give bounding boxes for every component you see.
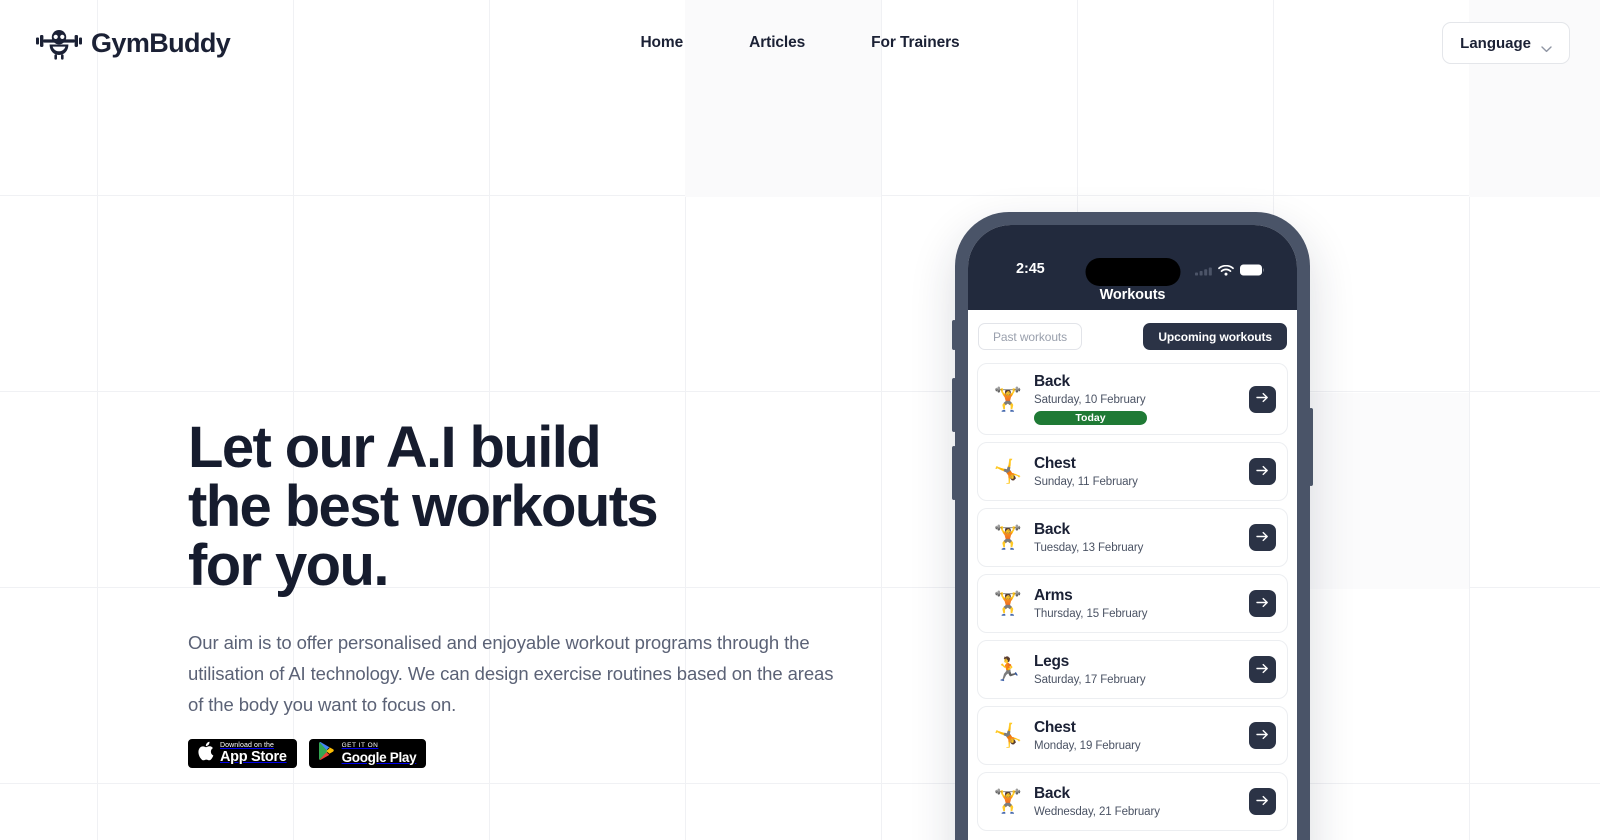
workout-type-icon: 🤸 bbox=[993, 458, 1023, 484]
app-screen-title: Workouts bbox=[1099, 287, 1166, 303]
workout-date: Sunday, 11 February bbox=[1034, 475, 1138, 488]
workout-title: Back bbox=[1034, 520, 1070, 538]
status-bar-icons bbox=[1195, 263, 1265, 281]
cellular-signal-icon bbox=[1195, 263, 1212, 281]
nav-item-home[interactable]: Home bbox=[640, 34, 683, 52]
status-bar-time: 2:45 bbox=[1016, 261, 1045, 277]
google-play-icon bbox=[318, 741, 336, 766]
google-play-badge-pretext: GET IT ON bbox=[341, 742, 379, 749]
arrow-right-icon bbox=[1256, 727, 1269, 745]
arrow-right-icon bbox=[1256, 529, 1269, 547]
phone-status-bar: 2:45 Workouts bbox=[968, 225, 1297, 310]
arrow-right-icon bbox=[1256, 390, 1269, 408]
arrow-right-icon bbox=[1256, 463, 1269, 481]
workout-date: Monday, 19 February bbox=[1034, 739, 1141, 752]
workout-date: Thursday, 15 February bbox=[1034, 607, 1148, 620]
workout-card[interactable]: 🤸 Chest Monday, 19 February bbox=[977, 706, 1288, 765]
workout-open-button[interactable] bbox=[1249, 788, 1276, 815]
google-play-badge-label: Google Play bbox=[341, 749, 417, 765]
workout-type-icon: 🏋️ bbox=[993, 524, 1023, 550]
workout-type-icon: 🏃 bbox=[993, 656, 1023, 682]
store-badges: Download on the App Store GET IT ON Goog… bbox=[188, 739, 888, 768]
workout-open-button[interactable] bbox=[1249, 722, 1276, 749]
nav-item-for-trainers[interactable]: For Trainers bbox=[871, 34, 959, 52]
language-switcher-button[interactable]: Language bbox=[1442, 22, 1570, 64]
hero-subtitle: Our aim is to offer personalised and enj… bbox=[188, 632, 834, 715]
workout-type-icon: 🏋️ bbox=[993, 385, 1023, 412]
google-play-badge[interactable]: GET IT ON Google Play bbox=[308, 739, 427, 768]
filter-tab-past-workouts[interactable]: Past workouts bbox=[978, 323, 1083, 350]
workout-list: 🏋️ Back Saturday, 10 February Today 🤸 Ch… bbox=[977, 363, 1288, 831]
workout-open-button[interactable] bbox=[1249, 590, 1276, 617]
workout-open-button[interactable] bbox=[1249, 656, 1276, 683]
workout-card[interactable]: 🏋️ Arms Thursday, 15 February bbox=[977, 574, 1288, 633]
arrow-right-icon bbox=[1256, 595, 1269, 613]
apple-icon bbox=[197, 741, 214, 766]
wifi-icon bbox=[1218, 263, 1234, 281]
phone-power-button[interactable] bbox=[1309, 408, 1313, 486]
workout-card[interactable]: 🏋️ Back Wednesday, 21 February bbox=[977, 772, 1288, 831]
workout-open-button[interactable] bbox=[1249, 458, 1276, 485]
battery-icon bbox=[1240, 263, 1265, 281]
workout-title: Arms bbox=[1034, 586, 1073, 604]
hero-headline: Let our A.I build the best workouts for … bbox=[188, 415, 659, 598]
workout-date: Tuesday, 13 February bbox=[1034, 541, 1144, 554]
nav-item-articles[interactable]: Articles bbox=[749, 34, 805, 52]
hero-section: Let our A.I build the best workouts for … bbox=[188, 418, 888, 768]
app-store-badge-label: App Store bbox=[220, 749, 287, 766]
phone-screen: 2:45 Workouts Past workouts Upcoming wor… bbox=[968, 225, 1297, 840]
workout-title: Legs bbox=[1034, 652, 1069, 670]
workout-card[interactable]: 🏃 Legs Saturday, 17 February bbox=[977, 640, 1288, 699]
arrow-right-icon bbox=[1256, 793, 1269, 811]
app-store-badge[interactable]: Download on the App Store bbox=[188, 739, 297, 768]
app-store-badge-pretext: Download on the bbox=[220, 742, 275, 750]
workout-type-icon: 🤸 bbox=[993, 722, 1023, 748]
arrow-right-icon bbox=[1256, 661, 1269, 679]
workout-title: Chest bbox=[1034, 454, 1076, 472]
phone-mockup: 2:45 Workouts Past workouts Upcoming wor… bbox=[952, 212, 1313, 840]
workout-open-button[interactable] bbox=[1249, 524, 1276, 551]
workout-card[interactable]: 🏋️ Back Saturday, 10 February Today bbox=[977, 363, 1288, 435]
workout-date: Wednesday, 21 February bbox=[1034, 805, 1160, 818]
workout-date: Saturday, 10 February bbox=[1034, 394, 1146, 406]
workout-card[interactable]: 🤸 Chest Sunday, 11 February bbox=[977, 442, 1288, 501]
phone-volume-up-button[interactable] bbox=[952, 378, 956, 432]
workout-filter-tabs: Past workouts Upcoming workouts bbox=[977, 323, 1288, 350]
workout-type-icon: 🏋️ bbox=[993, 590, 1023, 616]
workout-title: Chest bbox=[1034, 718, 1076, 736]
app-content: Past workouts Upcoming workouts 🏋️ Back … bbox=[968, 310, 1297, 840]
filter-tab-upcoming-workouts[interactable]: Upcoming workouts bbox=[1143, 323, 1287, 350]
brand-logo-link[interactable]: GymBuddy bbox=[36, 26, 231, 60]
main-navigation: Home Articles For Trainers bbox=[640, 34, 959, 52]
language-switcher-label: Language bbox=[1460, 34, 1531, 52]
dumbbell-person-logo-icon bbox=[36, 26, 82, 60]
workout-card[interactable]: 🏋️ Back Tuesday, 13 February bbox=[977, 508, 1288, 567]
site-header: GymBuddy Home Articles For Trainers Lang… bbox=[0, 0, 1600, 86]
workout-title: Back bbox=[1034, 784, 1070, 802]
workout-title: Back bbox=[1034, 373, 1070, 390]
brand-name: GymBuddy bbox=[91, 27, 231, 58]
workout-today-badge: Today bbox=[1034, 411, 1147, 425]
dynamic-island bbox=[1085, 258, 1180, 286]
workout-date: Saturday, 17 February bbox=[1034, 673, 1146, 686]
phone-silent-switch[interactable] bbox=[952, 320, 956, 350]
chevron-down-icon bbox=[1541, 40, 1552, 52]
workout-type-icon: 🏋️ bbox=[993, 788, 1023, 814]
workout-open-button[interactable] bbox=[1249, 385, 1276, 413]
phone-volume-down-button[interactable] bbox=[952, 446, 956, 500]
